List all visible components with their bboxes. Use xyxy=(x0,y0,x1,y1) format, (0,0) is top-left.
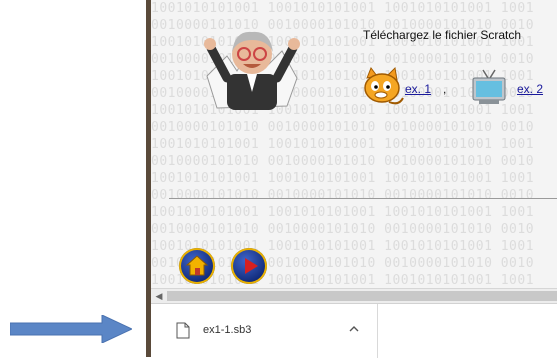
arrow-right-icon xyxy=(10,315,132,343)
link-separator: , xyxy=(443,82,447,96)
binary-row: 1001010101001 1001010101001 100101010100… xyxy=(151,1,535,16)
scratch-cat-icon xyxy=(364,66,404,105)
left-margin xyxy=(0,0,147,357)
horizontal-scrollbar[interactable]: ◀ xyxy=(151,288,557,303)
binary-row: 0010000101010 0010000101010 001000010101… xyxy=(151,222,535,237)
download-bar: ex1-1.sb3 xyxy=(151,303,557,358)
binary-row: 0010000101010 0010000101010 001000010101… xyxy=(151,120,535,135)
binary-row: 0010000101010 0010000101010 001000010101… xyxy=(151,188,535,203)
binary-row: 0010000101010 0010000101010 001000010101… xyxy=(151,154,535,169)
binary-row: 1001010101001 1001010101001 100101010100… xyxy=(151,205,535,220)
binary-row: 1001010101001 1001010101001 100101010100… xyxy=(151,171,535,186)
home-button[interactable] xyxy=(179,248,215,284)
intro-text: Téléchargez le fichier Scratch xyxy=(363,28,522,42)
page-viewport: 1001010101001 1001010101001 100101010100… xyxy=(151,0,557,288)
avatar-icon xyxy=(204,31,300,110)
play-icon xyxy=(245,258,258,274)
scrollbar-thumb[interactable] xyxy=(167,291,557,301)
example-2-link[interactable]: ex. 2 xyxy=(517,82,543,96)
next-button[interactable] xyxy=(231,248,267,284)
home-icon xyxy=(185,255,209,276)
example-1-link[interactable]: ex. 1 xyxy=(405,82,431,96)
binary-row: 1001010101001 1001010101001 100101010100… xyxy=(151,137,535,152)
scroll-left-icon[interactable]: ◀ xyxy=(153,290,165,302)
horizontal-rule xyxy=(169,198,557,199)
download-item[interactable]: ex1-1.sb3 xyxy=(151,304,378,358)
chevron-up-icon[interactable] xyxy=(347,322,361,336)
download-filename: ex1-1.sb3 xyxy=(203,324,252,336)
file-icon xyxy=(176,322,190,339)
tv-icon xyxy=(472,69,506,104)
